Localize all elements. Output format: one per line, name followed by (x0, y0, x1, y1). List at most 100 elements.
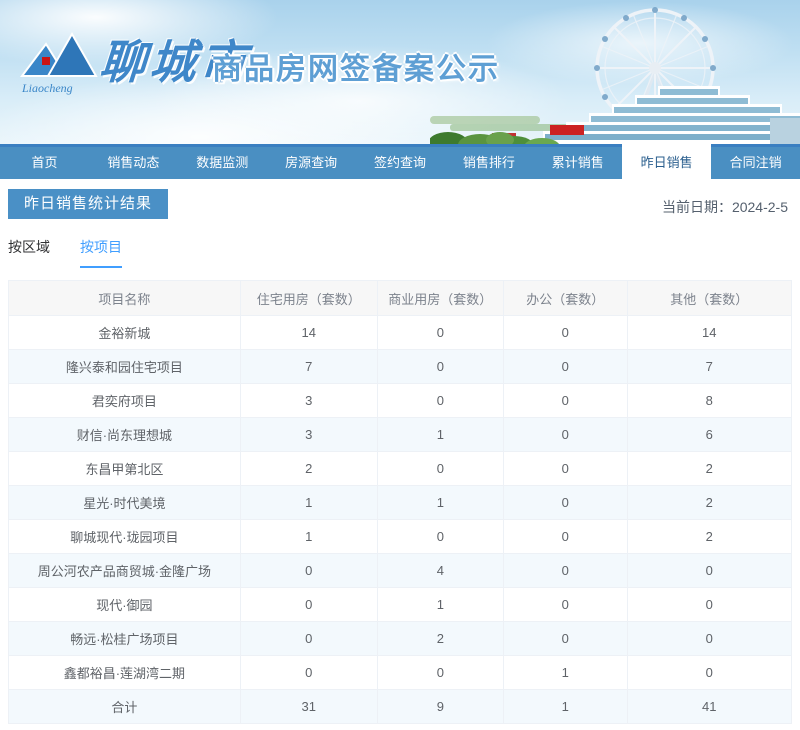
table-row: 鑫都裕昌·莲湖湾二期 0 0 1 0 (8, 655, 793, 690)
table-row: 金裕新城 14 0 0 14 (8, 315, 793, 350)
value-cell: 0 (502, 417, 628, 452)
value-cell: 1 (239, 485, 378, 520)
table-row: 星光·时代美境 1 1 0 2 (8, 485, 793, 520)
project-name-cell: 合计 (8, 689, 241, 724)
table-row: 现代·御园 0 1 0 0 (8, 587, 793, 622)
value-cell: 0 (239, 655, 378, 690)
value-cell: 0 (376, 655, 504, 690)
value-cell: 0 (239, 553, 378, 588)
view-tab-by-region[interactable]: 按区域 (8, 237, 50, 268)
nav-item-listing-search[interactable]: 房源查询 (267, 147, 356, 179)
value-cell: 31 (239, 689, 378, 724)
current-date-label: 当前日期：2024-2-5 (661, 199, 788, 215)
red-sign-graphic (550, 125, 584, 135)
column-header: 其他（套数） (626, 280, 793, 316)
value-cell: 3 (239, 383, 378, 418)
project-name-cell: 隆兴泰和园住宅项目 (8, 349, 241, 384)
value-cell: 2 (626, 519, 793, 554)
value-cell: 2 (239, 451, 378, 486)
page-title: 昨日销售统计结果 (8, 189, 169, 219)
value-cell: 0 (626, 553, 793, 588)
value-cell: 0 (502, 621, 628, 656)
shoreline-graphic (430, 116, 540, 124)
value-cell: 6 (626, 417, 793, 452)
value-cell: 2 (626, 451, 793, 486)
page-head: 昨日销售统计结果 当前日期：2024-2-5 (0, 179, 800, 219)
value-cell: 8 (626, 383, 793, 418)
table-header-row: 项目名称 住宅用房（套数） 商业用房（套数） 办公（套数） 其他（套数） (8, 280, 793, 316)
ferris-wheel-building-graphic (428, 0, 800, 144)
value-cell: 7 (626, 349, 793, 384)
value-cell: 2 (376, 621, 504, 656)
value-cell: 0 (502, 553, 628, 588)
table-row: 畅远·松桂广场项目 0 2 0 0 (8, 621, 793, 656)
view-tab-by-project[interactable]: 按项目 (80, 237, 122, 268)
value-cell: 0 (626, 621, 793, 656)
nav-item-yesterday-sales[interactable]: 昨日销售 (622, 144, 712, 179)
value-cell: 1 (502, 655, 628, 690)
project-name-cell: 君奕府项目 (8, 383, 241, 418)
value-cell: 9 (376, 689, 504, 724)
table-wrap: 项目名称 住宅用房（套数） 商业用房（套数） 办公（套数） 其他（套数） 金裕新城 14 0… (0, 268, 800, 724)
svg-text:Liaocheng: Liaocheng (21, 81, 73, 95)
value-cell: 1 (502, 689, 628, 724)
value-cell: 7 (239, 349, 378, 384)
value-cell: 0 (502, 587, 628, 622)
project-name-cell: 现代·御园 (8, 587, 241, 622)
value-cell: 0 (502, 315, 628, 350)
value-cell: 0 (502, 349, 628, 384)
table-row: 聊城现代·珑园项目 1 0 0 2 (8, 519, 793, 554)
value-cell: 0 (376, 315, 504, 350)
value-cell: 0 (376, 519, 504, 554)
project-name-cell: 鑫都裕昌·莲湖湾二期 (8, 655, 241, 690)
nav-item-sales-activity[interactable]: 销售动态 (89, 147, 178, 179)
header-banner: Liaocheng 聊城市 商品房网签备案公示 (0, 0, 800, 147)
nav-bar: 首页 销售动态 数据监测 房源查询 签约查询 销售排行 累计销售 昨日销售 合同注销 (0, 144, 800, 179)
value-cell: 2 (626, 485, 793, 520)
value-cell: 41 (626, 689, 793, 724)
building-graphic (492, 86, 800, 144)
value-cell: 1 (239, 519, 378, 554)
value-cell: 0 (626, 655, 793, 690)
project-name-cell: 东昌甲第北区 (8, 451, 241, 486)
value-cell: 0 (502, 451, 628, 486)
project-name-cell: 财信·尚东理想城 (8, 417, 241, 452)
column-header: 商业用房（套数） (376, 280, 504, 316)
nav-item-home[interactable]: 首页 (0, 147, 89, 179)
value-cell: 1 (376, 417, 504, 452)
value-cell: 0 (502, 383, 628, 418)
nav-item-cumulative-sales[interactable]: 累计销售 (533, 147, 622, 179)
table-row: 东昌甲第北区 2 0 0 2 (8, 451, 793, 486)
table-row: 周公河农产品商贸城·金隆广场 0 4 0 0 (8, 553, 793, 588)
value-cell: 0 (376, 349, 504, 384)
project-name-cell: 聊城现代·珑园项目 (8, 519, 241, 554)
value-cell: 4 (376, 553, 504, 588)
nav-item-data-monitor[interactable]: 数据监测 (178, 147, 267, 179)
value-cell: 1 (376, 587, 504, 622)
value-cell: 0 (502, 519, 628, 554)
mountain-logo-icon: Liaocheng (20, 31, 98, 95)
nav-item-contract-cancellation[interactable]: 合同注销 (711, 147, 800, 179)
nav-item-sales-ranking[interactable]: 销售排行 (444, 147, 533, 179)
project-name-cell: 周公河农产品商贸城·金隆广场 (8, 553, 241, 588)
project-name-cell: 畅远·松桂广场项目 (8, 621, 241, 656)
column-header: 项目名称 (8, 280, 241, 316)
value-cell: 0 (376, 383, 504, 418)
value-cell: 0 (239, 621, 378, 656)
value-cell: 3 (239, 417, 378, 452)
city-logo: Liaocheng (16, 24, 102, 102)
view-tabs: 按区域 按项目 (0, 219, 800, 268)
project-name-cell: 星光·时代美境 (8, 485, 241, 520)
nav-item-signing-search[interactable]: 签约查询 (356, 147, 445, 179)
value-cell: 0 (239, 587, 378, 622)
trees-graphic (428, 132, 559, 144)
value-cell: 14 (626, 315, 793, 350)
value-cell: 14 (239, 315, 378, 350)
column-header: 办公（套数） (502, 280, 628, 316)
value-cell: 0 (626, 587, 793, 622)
sales-table: 项目名称 住宅用房（套数） 商业用房（套数） 办公（套数） 其他（套数） 金裕新城 14 0… (8, 280, 793, 724)
value-cell: 0 (376, 451, 504, 486)
value-cell: 0 (502, 485, 628, 520)
column-header: 住宅用房（套数） (239, 280, 378, 316)
value-cell: 1 (376, 485, 504, 520)
